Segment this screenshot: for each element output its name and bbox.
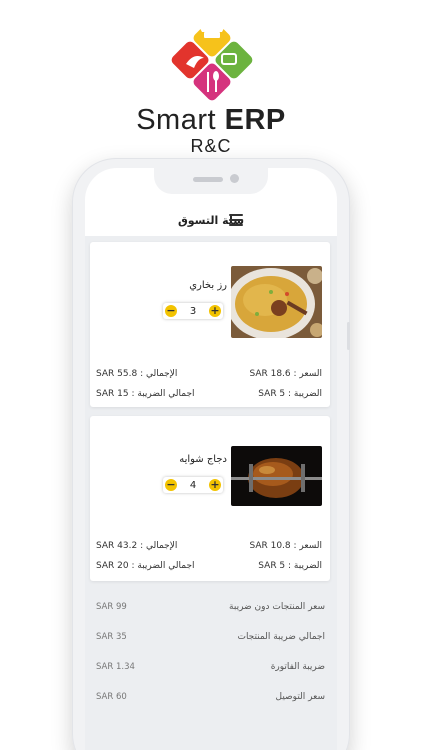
item-name: رز بخاري: [189, 280, 227, 291]
summary-label: سعر التوصيل: [275, 692, 326, 702]
summary-value: SAR 1.34: [96, 662, 135, 672]
grilled-chicken-image: [231, 446, 322, 506]
app-header: سلة التسوق: [85, 204, 337, 238]
front-camera: [230, 174, 239, 183]
item-name: دجاج شوايه: [179, 454, 227, 465]
quantity-stepper: − 4 +: [163, 477, 223, 493]
summary-value: SAR 99: [96, 602, 127, 612]
brand-subtitle: R&C: [190, 136, 232, 156]
increase-quantity-button[interactable]: +: [209, 305, 221, 317]
quantity-value: 3: [189, 305, 197, 317]
summary-row: اجمالي ضريبة المنتجات SAR 35: [85, 632, 337, 652]
quantity-value: 4: [189, 479, 197, 491]
item-tax: الضريبة : SAR 5: [258, 561, 322, 571]
summary-row: سعر المنتجات دون ضريبة SAR 99: [85, 602, 337, 622]
page-title: سلة التسوق: [177, 214, 245, 227]
summary-label: اجمالي ضريبة المنتجات: [237, 632, 325, 642]
hamburger-menu-icon[interactable]: [229, 214, 243, 226]
summary-value: SAR 35: [96, 632, 127, 642]
decrease-quantity-button[interactable]: −: [165, 305, 177, 317]
item-tax: الضريبة : SAR 5: [258, 389, 322, 399]
summary-label: سعر المنتجات دون ضريبة: [229, 602, 325, 612]
phone-side-button: [347, 322, 350, 350]
item-total: الإجمالي : SAR 43.2: [96, 541, 178, 551]
item-total-tax: اجمالي الضريبة : SAR 15: [96, 389, 195, 399]
cart-item-card: رز بخاري − 3 + السعر : SAR 18.6 الإجمالي…: [90, 242, 330, 407]
brand-name-part2: ERP: [224, 104, 286, 136]
rice-dish-image: [231, 266, 322, 338]
summary-value: SAR 60: [96, 692, 127, 702]
summary-row: ضريبة الفاتورة SAR 1.34: [85, 662, 337, 682]
summary-row: سعر التوصيل SAR 60: [85, 692, 337, 712]
quantity-stepper: − 3 +: [163, 303, 223, 319]
speaker-grill: [193, 177, 223, 182]
smart-erp-logo: [171, 16, 253, 101]
brand-name-part1: Smart: [136, 104, 217, 136]
item-total: الإجمالي : SAR 55.8: [96, 369, 178, 379]
item-price: السعر : SAR 10.8: [249, 541, 322, 551]
increase-quantity-button[interactable]: +: [209, 479, 221, 491]
item-total-tax: اجمالي الضريبة : SAR 20: [96, 561, 195, 571]
summary-label: ضريبة الفاتورة: [270, 662, 325, 672]
cart-item-card: دجاج شوايه − 4 + السعر : SAR 10.8 الإجما…: [90, 416, 330, 581]
brand-wordmark: Smart ERP R&C: [0, 104, 422, 156]
decrease-quantity-button[interactable]: −: [165, 479, 177, 491]
item-price: السعر : SAR 18.6: [249, 369, 322, 379]
